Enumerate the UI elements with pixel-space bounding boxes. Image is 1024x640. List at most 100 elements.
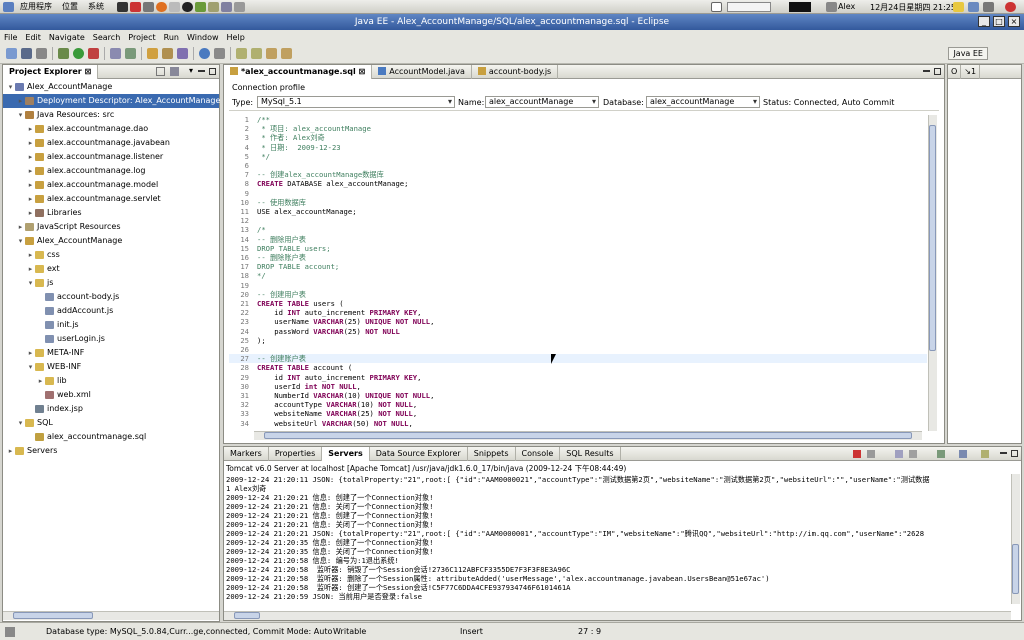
remove-launch-icon[interactable]	[867, 450, 875, 458]
tools-launcher-icon[interactable]	[208, 1, 219, 12]
settings-launcher-icon[interactable]	[234, 1, 245, 12]
expanded-arrow-icon[interactable]: ▾	[16, 416, 25, 430]
tab-account-body-js[interactable]: account-body.js	[472, 64, 559, 79]
window-title-bar[interactable]: Java EE - Alex_AccountManage/SQL/alex_ac…	[0, 14, 1024, 30]
expanded-arrow-icon[interactable]: ▾	[6, 80, 15, 94]
view-menu-icon[interactable]: ▾	[189, 66, 193, 75]
applications-menu[interactable]: 应用程序	[15, 1, 57, 12]
collapsed-arrow-icon[interactable]: ▸	[16, 220, 25, 234]
tree-item[interactable]: addAccount.js	[3, 304, 113, 318]
sql-code-editor[interactable]: 1/** 2 * 项目: alex_accountManage 3 * 作者: Al…	[229, 115, 927, 427]
chat-launcher-icon[interactable]	[195, 1, 206, 12]
tab-alex-accountmanage-sql[interactable]: *alex_accountmanage.sql ⊠	[224, 64, 373, 79]
volume-icon[interactable]	[983, 1, 994, 12]
tab-task-list[interactable]: ↘1	[961, 64, 981, 79]
tree-item[interactable]: ▸ Servers	[3, 444, 58, 458]
terminate-icon[interactable]	[853, 450, 861, 458]
tree-item[interactable]: web.xml	[3, 388, 91, 402]
tree-item[interactable]: ▸ alex.accountmanage.listener	[3, 150, 163, 164]
new-web-project-icon[interactable]	[125, 48, 136, 59]
tree-item[interactable]: ▸ css	[3, 248, 60, 262]
external-tools-icon[interactable]	[88, 48, 99, 59]
tree-item[interactable]: ▸ JavaScript Resources	[3, 220, 121, 234]
tab-project-explorer[interactable]: Project Explorer ⊠	[3, 64, 99, 79]
console-output[interactable]: 2009-12-24 21:20:11 JSON: {totalProperty…	[226, 475, 1010, 603]
network-icon[interactable]	[968, 1, 979, 12]
minimize-view-icon[interactable]	[198, 70, 205, 72]
tree-item[interactable]: ▸ META-INF	[3, 346, 85, 360]
tree-item[interactable]: ▸ ext	[3, 262, 60, 276]
collapsed-arrow-icon[interactable]: ▸	[36, 374, 45, 388]
tree-item[interactable]: ▸ lib	[3, 374, 67, 388]
editor-hscrollbar[interactable]	[254, 431, 922, 440]
expanded-arrow-icon[interactable]: ▾	[26, 276, 35, 290]
run-icon[interactable]	[73, 48, 84, 59]
console-hscroll-thumb[interactable]	[234, 612, 260, 619]
editor-vscroll-thumb[interactable]	[929, 125, 936, 351]
next-annotation-icon[interactable]	[236, 48, 247, 59]
new-icon[interactable]	[6, 48, 17, 59]
collapsed-arrow-icon[interactable]: ▸	[6, 444, 15, 458]
tree-item[interactable]: ▾ WEB-INF	[3, 360, 82, 374]
name-select[interactable]: alex_accountManage	[485, 96, 599, 108]
debug-icon[interactable]	[58, 48, 69, 59]
minimize-button[interactable]: _	[978, 16, 990, 27]
qq-launcher-icon[interactable]	[182, 1, 193, 12]
files-launcher-icon[interactable]	[143, 1, 154, 12]
tree-item[interactable]: ▸ alex.accountmanage.javabean	[3, 136, 170, 150]
gnome-foot-icon[interactable]	[3, 1, 14, 12]
type-select[interactable]: MySql_5.1	[257, 96, 455, 108]
tab-snippets[interactable]: Snippets	[468, 446, 516, 461]
collapsed-arrow-icon[interactable]: ▸	[26, 150, 35, 164]
globe-icon[interactable]	[199, 48, 210, 59]
tree-item[interactable]: ▸ alex.accountmanage.dao	[3, 122, 148, 136]
refactor-icon[interactable]	[214, 48, 225, 59]
minimize-view-icon[interactable]	[1000, 452, 1007, 454]
collapsed-arrow-icon[interactable]: ▸	[26, 206, 35, 220]
menu-help[interactable]: Help	[223, 33, 249, 42]
collapsed-arrow-icon[interactable]: ▸	[26, 262, 35, 276]
forward-icon[interactable]	[281, 48, 292, 59]
search-icon[interactable]	[177, 48, 188, 59]
tree-item[interactable]: ▾ SQL	[3, 416, 53, 430]
collapsed-arrow-icon[interactable]: ▸	[26, 164, 35, 178]
minimize-view-icon[interactable]	[923, 70, 930, 72]
tab-console[interactable]: Console	[516, 446, 561, 461]
new-server-icon[interactable]	[110, 48, 121, 59]
scroll-lock-icon[interactable]	[909, 450, 917, 458]
tree-item[interactable]: ▾ Alex_AccountManage	[3, 80, 113, 94]
link-editor-icon[interactable]	[170, 67, 179, 76]
open-resource-icon[interactable]	[162, 48, 173, 59]
save-icon[interactable]	[21, 48, 32, 59]
expanded-arrow-icon[interactable]: ▾	[16, 108, 25, 122]
tree-item[interactable]: ▸ Libraries	[3, 206, 82, 220]
collapsed-arrow-icon[interactable]: ▸	[26, 346, 35, 360]
expanded-arrow-icon[interactable]: ▾	[16, 234, 25, 248]
close-button[interactable]: ×	[1008, 16, 1020, 27]
console-vscroll-thumb[interactable]	[1012, 544, 1019, 594]
open-console-icon[interactable]	[981, 450, 989, 458]
explorer-hscrollbar[interactable]	[3, 611, 219, 620]
back-icon[interactable]	[266, 48, 277, 59]
tab-servers[interactable]: Servers	[322, 446, 370, 461]
terminal-launcher-icon[interactable]	[117, 1, 128, 12]
tab-outline[interactable]: O	[948, 64, 962, 79]
editor-vscrollbar[interactable]	[928, 115, 937, 431]
tree-item[interactable]: ▸ alex.accountmanage.model	[3, 178, 158, 192]
clear-console-icon[interactable]	[895, 450, 903, 458]
menu-navigate[interactable]: Navigate	[45, 33, 89, 42]
tab-properties[interactable]: Properties	[269, 446, 323, 461]
collapsed-arrow-icon[interactable]: ▸	[26, 178, 35, 192]
pin-console-icon[interactable]	[937, 450, 945, 458]
collapse-all-icon[interactable]	[156, 67, 165, 76]
console-vscrollbar[interactable]	[1011, 474, 1020, 604]
collapsed-arrow-icon[interactable]: ▸	[26, 192, 35, 206]
menu-search[interactable]: Search	[89, 33, 124, 42]
app-launcher-icon[interactable]	[221, 1, 232, 12]
power-icon[interactable]	[1005, 1, 1016, 12]
system-menu[interactable]: 系统	[83, 1, 109, 12]
firefox-launcher-icon[interactable]	[156, 1, 167, 12]
maximize-view-icon[interactable]	[934, 68, 941, 75]
notification-icon[interactable]	[953, 1, 964, 12]
expanded-arrow-icon[interactable]: ▾	[26, 360, 35, 374]
